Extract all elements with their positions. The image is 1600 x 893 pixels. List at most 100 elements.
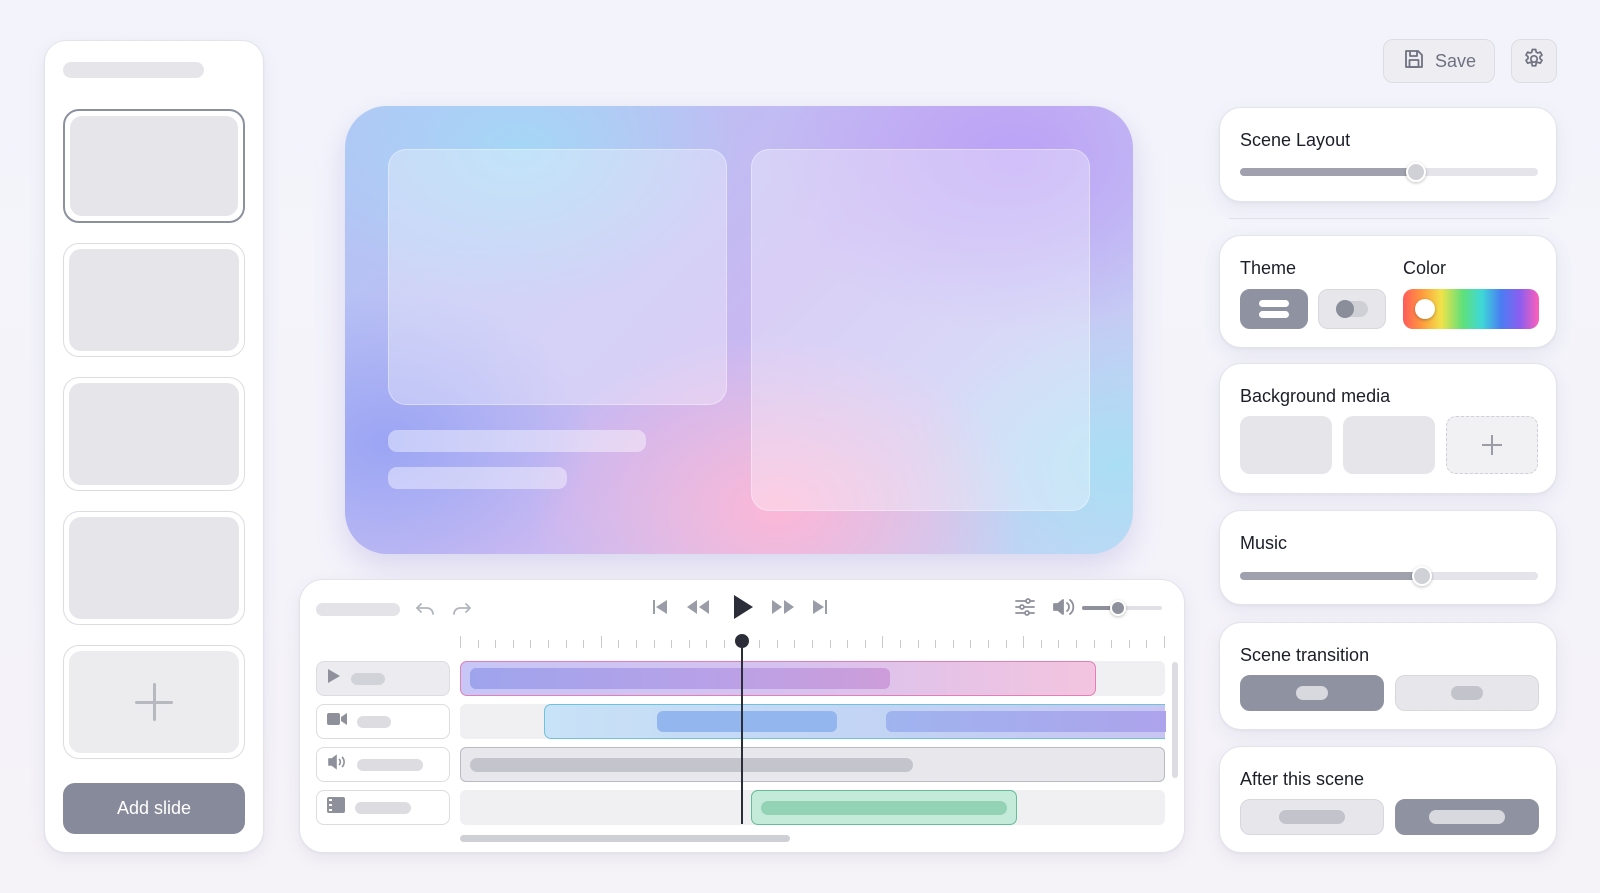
ruler-tick	[583, 640, 585, 648]
track-header-audio[interactable]	[316, 747, 450, 782]
scene-transition-title: Scene transition	[1240, 645, 1370, 665]
ruler-tick	[812, 640, 813, 648]
timeline-title-placeholder	[316, 603, 400, 616]
scene-layout-slider[interactable]	[1240, 162, 1538, 182]
ruler-tick	[1005, 640, 1007, 648]
ruler-tick	[618, 640, 620, 648]
slide-thumbnail-2[interactable]	[63, 243, 245, 357]
ruler-tick	[970, 640, 972, 648]
timeline-clip-main[interactable]	[460, 661, 1096, 696]
color-title: Color	[1403, 258, 1447, 278]
track-lane-3[interactable]	[460, 747, 1165, 782]
speaker-icon	[1051, 596, 1075, 623]
ruler-tick	[829, 640, 831, 648]
timeline-playhead[interactable]	[735, 634, 749, 824]
undo-button[interactable]	[413, 597, 437, 621]
theme-option-list[interactable]	[1240, 289, 1308, 329]
slide-thumbnail-1[interactable]	[63, 109, 245, 223]
timeline-clip-video-segment-2	[886, 711, 1166, 732]
theme-title: Theme	[1240, 258, 1297, 278]
ruler-tick	[512, 640, 514, 648]
timeline-clip-film[interactable]	[751, 790, 1017, 825]
track-header-video[interactable]	[316, 704, 450, 739]
ruler-tick	[600, 636, 602, 648]
after-scene-option-1[interactable]	[1240, 799, 1384, 835]
rewind-icon	[685, 597, 711, 622]
ruler-tick	[1040, 640, 1042, 648]
scene-layout-card: Scene Layout	[1219, 107, 1557, 202]
ruler-tick	[1146, 640, 1148, 648]
play-button[interactable]	[728, 594, 756, 624]
scene-layout-slider-fill	[1240, 168, 1416, 176]
timeline-ruler[interactable]	[460, 636, 1165, 650]
timeline-clip-audio[interactable]	[470, 758, 913, 772]
save-button[interactable]: Save	[1383, 39, 1495, 83]
timeline-volume-thumb[interactable]	[1110, 600, 1126, 616]
ruler-tick	[988, 640, 989, 648]
ruler-tick	[847, 640, 849, 648]
timeline-settings-button[interactable]	[1013, 597, 1037, 621]
scene-layout-title: Scene Layout	[1240, 130, 1351, 150]
music-title: Music	[1240, 533, 1288, 553]
video-camera-icon	[327, 712, 347, 731]
theme-option-toggle[interactable]	[1318, 289, 1386, 329]
fast-forward-button[interactable]	[769, 597, 797, 621]
ruler-tick	[917, 640, 919, 648]
background-media-thumb-1[interactable]	[1240, 416, 1332, 474]
timeline-vertical-scrollbar[interactable]	[1172, 662, 1178, 778]
settings-button[interactable]	[1511, 39, 1557, 83]
redo-icon	[450, 595, 474, 624]
redo-button[interactable]	[450, 597, 474, 621]
ruler-tick	[1164, 636, 1165, 648]
timeline-clip-film-inner	[761, 801, 1007, 815]
timeline-volume-slider[interactable]	[1082, 600, 1162, 616]
ruler-tick	[706, 640, 708, 648]
ruler-tick	[548, 640, 549, 648]
skip-back-icon	[650, 597, 670, 622]
track-header-film[interactable]	[316, 790, 450, 825]
music-slider-fill	[1240, 572, 1422, 580]
color-picker-handle[interactable]	[1415, 299, 1435, 319]
ruler-tick	[776, 640, 778, 648]
properties-divider	[1229, 218, 1549, 219]
save-label: Save	[1434, 50, 1477, 71]
ruler-tick	[530, 640, 532, 648]
ruler-tick	[935, 640, 937, 648]
background-media-thumb-2[interactable]	[1343, 416, 1435, 474]
rewind-button[interactable]	[684, 597, 712, 621]
ruler-tick	[1076, 640, 1077, 648]
add-background-media-button[interactable]	[1446, 416, 1538, 474]
ruler-tick	[952, 640, 954, 648]
track-lane-4[interactable]	[460, 790, 1165, 825]
add-slide-button[interactable]: Add slide	[63, 783, 245, 834]
ruler-tick	[759, 640, 761, 648]
scene-transition-option-1[interactable]	[1240, 675, 1384, 711]
volume-button[interactable]	[1050, 597, 1076, 621]
canvas-preview[interactable]	[345, 106, 1133, 554]
after-this-scene-title: After this scene	[1240, 769, 1365, 789]
ruler-tick	[1023, 636, 1025, 648]
skip-to-end-button[interactable]	[809, 597, 831, 621]
slide-thumbnail-4[interactable]	[63, 511, 245, 625]
slide-thumbnail-3[interactable]	[63, 377, 245, 491]
play-icon	[729, 592, 755, 627]
scene-transition-option-2[interactable]	[1395, 675, 1539, 711]
track-header-play[interactable]	[316, 661, 450, 696]
canvas-text-line-2	[388, 467, 567, 489]
after-scene-option-2[interactable]	[1395, 799, 1539, 835]
color-picker-spectrum[interactable]	[1403, 289, 1539, 329]
ruler-tick	[671, 640, 673, 648]
skip-to-start-button[interactable]	[649, 597, 671, 621]
music-slider-thumb[interactable]	[1411, 566, 1432, 586]
ruler-tick	[653, 640, 655, 648]
track-lane-2[interactable]	[460, 704, 1166, 739]
scene-layout-slider-thumb[interactable]	[1405, 162, 1426, 182]
timeline-horizontal-scrollbar[interactable]	[460, 835, 790, 842]
canvas-right-block	[751, 149, 1090, 511]
after-this-scene-card: After this scene	[1219, 746, 1557, 853]
timeline-clip-video[interactable]	[544, 704, 1166, 739]
add-slide-tile[interactable]	[63, 645, 245, 759]
track-lane-1[interactable]	[460, 661, 1165, 696]
music-volume-slider[interactable]	[1240, 566, 1538, 586]
ruler-tick	[565, 640, 567, 648]
